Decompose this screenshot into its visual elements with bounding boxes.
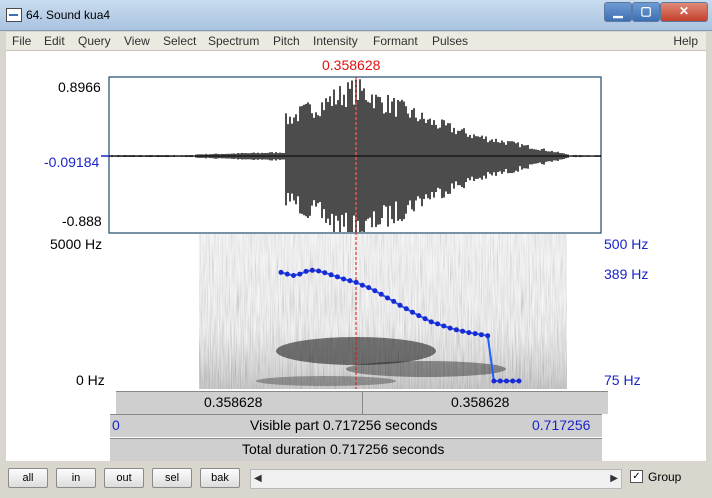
pitch-point	[510, 378, 516, 384]
visible-part-label: Visible part 0.717256 seconds	[250, 417, 438, 433]
zoom-sel-button[interactable]: sel	[152, 468, 192, 488]
pitch-point	[403, 306, 409, 312]
scroll-right-icon[interactable]: ▶	[610, 473, 618, 484]
pitch-point	[297, 271, 303, 277]
pitch-point	[391, 298, 397, 304]
selection-row: 0.358628 0.358628	[116, 391, 608, 414]
pitch-point	[416, 313, 422, 319]
group-label: Group	[648, 470, 682, 484]
pitch-point	[322, 270, 328, 276]
pitch-point	[466, 330, 472, 336]
menu-bar: File Edit Query View Select Spectrum Pit…	[6, 32, 706, 51]
menu-formant[interactable]: Formant	[373, 34, 418, 48]
sound-window-icon	[6, 8, 22, 22]
minimize-button[interactable]: ▁	[604, 2, 632, 22]
menu-pulses[interactable]: Pulses	[432, 34, 468, 48]
pitch-point	[504, 378, 509, 384]
menu-intensity[interactable]: Intensity	[313, 34, 358, 48]
pitch-point	[516, 378, 522, 384]
pitch-point	[341, 276, 347, 282]
pitch-point	[497, 378, 503, 384]
horizontal-scrollbar[interactable]: ◀ ▶	[250, 469, 622, 489]
pitch-point	[410, 309, 415, 315]
scroll-left-icon[interactable]: ◀	[254, 473, 262, 484]
menu-edit[interactable]: Edit	[44, 34, 65, 48]
selection-left-label: 0.358628	[204, 394, 263, 410]
maximize-button[interactable]: ▢	[632, 2, 660, 22]
pitch-point	[485, 333, 491, 339]
pitch-point	[347, 278, 353, 284]
pitch-point	[385, 295, 390, 301]
pitch-point	[397, 302, 403, 308]
formant-band-1	[276, 337, 436, 365]
zoom-all-button[interactable]: all	[8, 468, 48, 488]
visible-start-label: 0	[112, 417, 120, 433]
zoom-in-button[interactable]: in	[56, 468, 96, 488]
pitch-point	[491, 378, 497, 384]
window-title: 64. Sound kua4	[26, 8, 111, 22]
selection-right-label: 0.358628	[451, 394, 510, 410]
signal-display[interactable]	[6, 51, 706, 391]
pitch-point	[303, 268, 309, 274]
pitch-point	[353, 279, 359, 285]
pitch-point	[422, 316, 428, 322]
selection-left-cell[interactable]: 0.358628	[116, 392, 363, 414]
spectrogram-panel	[109, 233, 601, 390]
visible-part-row[interactable]: 0 Visible part 0.717256 seconds 0.717256	[110, 414, 602, 437]
pitch-point	[309, 267, 315, 273]
menu-file[interactable]: File	[12, 34, 31, 48]
visible-end-label: 0.717256	[532, 417, 591, 433]
pitch-point	[428, 319, 434, 325]
close-button[interactable]: ✕	[660, 2, 708, 22]
pitch-point	[366, 285, 372, 291]
pitch-point	[435, 321, 441, 327]
pitch-point	[372, 288, 378, 294]
total-duration-label: Total duration 0.717256 seconds	[242, 441, 445, 457]
zoom-back-button[interactable]: bak	[200, 468, 240, 488]
menu-view[interactable]: View	[124, 34, 150, 48]
menu-pitch[interactable]: Pitch	[273, 34, 300, 48]
pitch-point	[478, 332, 484, 338]
pitch-point	[453, 327, 459, 333]
menu-query[interactable]: Query	[78, 34, 111, 48]
total-duration-row[interactable]: Total duration 0.717256 seconds	[110, 438, 602, 461]
pitch-point	[284, 271, 290, 277]
pitch-point	[359, 282, 365, 288]
pitch-point	[334, 274, 340, 280]
pitch-point	[441, 323, 447, 329]
pitch-point	[278, 269, 284, 275]
menu-spectrum[interactable]: Spectrum	[208, 34, 259, 48]
formant-band-3	[256, 376, 396, 386]
group-checkbox[interactable]: ✓	[630, 470, 643, 483]
selection-right-cell[interactable]: 0.358628	[363, 392, 608, 414]
pitch-point	[447, 325, 453, 331]
pitch-point	[316, 268, 322, 274]
waveform-frame	[108, 76, 602, 234]
pitch-point	[378, 291, 384, 297]
pitch-point	[328, 272, 334, 278]
formant-band-2	[346, 361, 506, 377]
pitch-point	[291, 273, 296, 278]
pitch-point	[460, 328, 466, 334]
menu-select[interactable]: Select	[163, 34, 196, 48]
pitch-point	[472, 331, 478, 337]
sound-editor-pane: 0.358628 0.8966 -0.09184 -0.888 5000 Hz …	[6, 51, 706, 461]
bottom-toolbar: all in out sel bak ◀ ▶ ✓ Group	[6, 464, 706, 492]
menu-help[interactable]: Help	[673, 34, 698, 48]
title-bar: 64. Sound kua4 ▁ ▢ ✕	[0, 0, 712, 31]
zoom-out-button[interactable]: out	[104, 468, 144, 488]
